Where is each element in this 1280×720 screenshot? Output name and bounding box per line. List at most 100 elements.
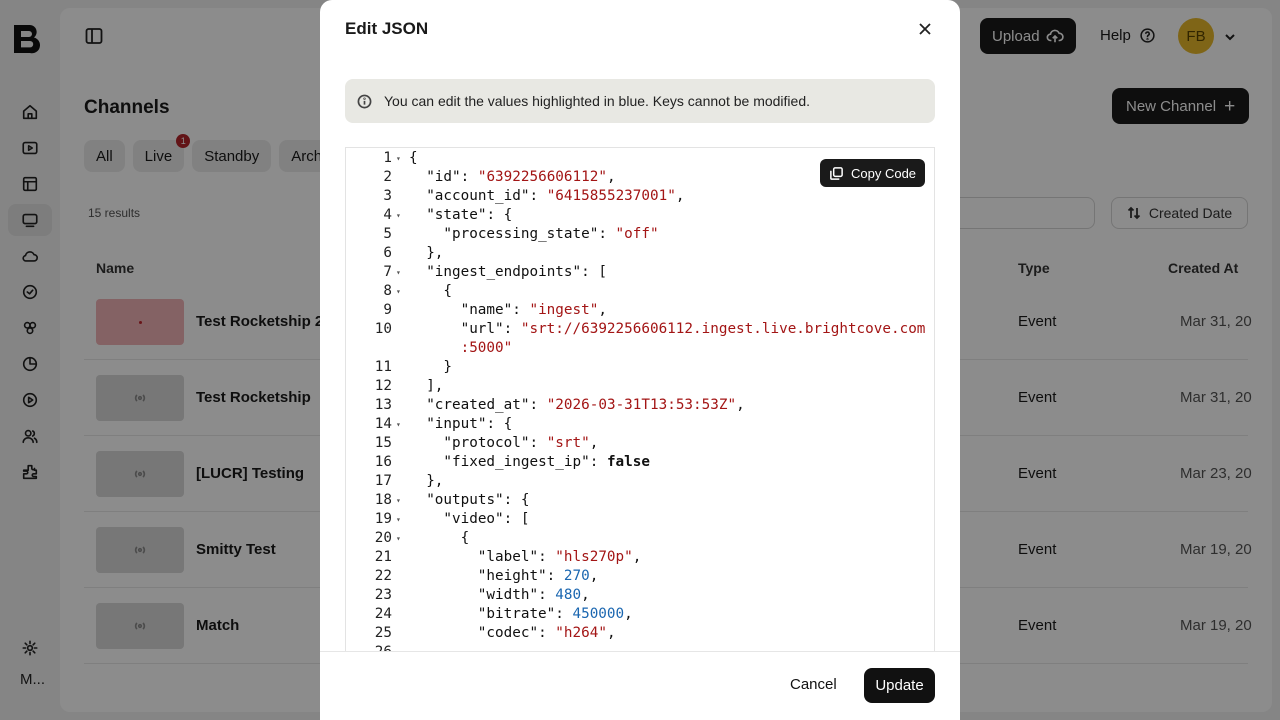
line-number: 7: [383, 264, 392, 280]
code-token: :: [598, 226, 616, 242]
fold-caret-icon[interactable]: ▾: [396, 415, 404, 434]
code-text: "codec": "h264",: [478, 624, 616, 643]
number-token[interactable]: 480: [555, 587, 581, 603]
string-token[interactable]: "h264": [555, 625, 607, 641]
code-token: "processing_state": [443, 226, 599, 242]
code-line[interactable]: 21 "label": "hls270p",: [346, 548, 934, 567]
code-token: : {: [503, 492, 530, 508]
code-text: "protocol": "srt",: [443, 434, 598, 453]
string-token[interactable]: "srt": [547, 435, 590, 451]
code-token: :: [512, 302, 530, 318]
line-number: 3: [383, 188, 392, 204]
code-token: :: [538, 587, 556, 603]
code-line[interactable]: 15 "protocol": "srt",: [346, 434, 934, 453]
string-token[interactable]: "hls270p": [555, 549, 632, 565]
code-token: ,: [589, 568, 599, 584]
line-number: 10: [374, 321, 392, 337]
code-line[interactable]: 16 "fixed_ingest_ip": false: [346, 453, 934, 472]
code-line[interactable]: 19 ▾ "video": [: [346, 510, 934, 529]
string-token[interactable]: "2026-03-31T13:53:53Z": [547, 397, 736, 413]
code-line[interactable]: 10 "url": "srt://6392256606112.ingest.liv…: [346, 320, 934, 339]
copy-icon: [830, 166, 843, 180]
code-line[interactable]: 6},: [346, 244, 934, 263]
code-token: ,: [736, 397, 745, 413]
string-token[interactable]: "srt://6392256606112.ingest.live.brightc…: [521, 321, 926, 337]
code-line[interactable]: 20 ▾ {: [346, 529, 934, 548]
fold-caret-icon[interactable]: ▾: [396, 510, 404, 529]
code-line[interactable]: 24 "bitrate": 450000,: [346, 605, 934, 624]
code-line[interactable]: 7 ▾ "ingest_endpoints": [: [346, 263, 934, 282]
code-line[interactable]: 9 "name": "ingest",: [346, 301, 934, 320]
code-line[interactable]: 4 ▾ "state": {: [346, 206, 934, 225]
code-line[interactable]: 26: [346, 643, 934, 651]
code-token: "protocol": [443, 435, 530, 451]
code-line[interactable]: 5 "processing_state": "off": [346, 225, 934, 244]
fold-caret-icon[interactable]: ▾: [396, 282, 404, 301]
code-line[interactable]: 3 "account_id": "6415855237001",: [346, 187, 934, 206]
fold-caret-icon[interactable]: ▾: [396, 263, 404, 282]
fold-caret-icon[interactable]: ▾: [396, 206, 404, 225]
code-line[interactable]: 12],: [346, 377, 934, 396]
code-line[interactable]: 13 "created_at": "2026-03-31T13:53:53Z",: [346, 396, 934, 415]
code-token: "input": [426, 416, 487, 432]
code-text: "fixed_ingest_ip": false: [443, 453, 650, 472]
json-editor[interactable]: 1 ▾{2 "id": "6392256606112", 3 "account_id":…: [345, 147, 935, 651]
code-text: },: [426, 244, 443, 263]
code-token: "name": [460, 302, 513, 318]
code-line[interactable]: 22 "height": 270,: [346, 567, 934, 586]
string-token[interactable]: "off": [616, 226, 659, 242]
code-text: "width": 480,: [478, 586, 590, 605]
code-token: :: [529, 188, 547, 204]
code-token: "created_at": [426, 397, 530, 413]
string-token[interactable]: :5000": [461, 340, 513, 356]
line-number: 4: [383, 207, 392, 223]
edit-json-dialog: Edit JSON You can edit the values highli…: [320, 0, 960, 720]
line-number: 25: [374, 625, 392, 641]
code-token: : {: [486, 207, 513, 223]
code-token: :: [546, 568, 564, 584]
code-token: ,: [589, 435, 599, 451]
code-token: ,: [606, 169, 616, 185]
code-text: "input": {: [426, 415, 512, 434]
code-token: "label": [477, 549, 539, 565]
line-number: 5: [383, 226, 392, 242]
code-text: "state": {: [426, 206, 512, 225]
number-token[interactable]: 270: [564, 568, 590, 584]
code-token: ,: [606, 625, 616, 641]
line-number: 1: [383, 150, 392, 166]
code-token: }: [443, 359, 452, 375]
cancel-button[interactable]: Cancel: [790, 676, 837, 693]
code-line[interactable]: 18 ▾ "outputs": {: [346, 491, 934, 510]
code-line[interactable]: 23 "width": 480,: [346, 586, 934, 605]
fold-caret-icon[interactable]: ▾: [396, 529, 404, 548]
code-line[interactable]: 11}: [346, 358, 934, 377]
code-line[interactable]: 17},: [346, 472, 934, 491]
line-number: 24: [374, 606, 392, 622]
fold-caret-icon[interactable]: ▾: [396, 149, 404, 168]
string-token[interactable]: "6392256606112": [478, 169, 607, 185]
boolean-token[interactable]: false: [607, 454, 650, 470]
code-line[interactable]: 25 "codec": "h264",: [346, 624, 934, 643]
code-text: "height": 270,: [478, 567, 599, 586]
number-token[interactable]: 450000: [572, 606, 624, 622]
code-text: "processing_state": "off": [443, 225, 658, 244]
string-token[interactable]: "ingest": [529, 302, 598, 318]
code-text: "ingest_endpoints": [: [426, 263, 607, 282]
code-line[interactable]: :5000": [346, 339, 934, 358]
code-text: }: [443, 358, 452, 377]
info-banner: You can edit the values highlighted in b…: [345, 79, 935, 123]
line-number: 8: [383, 283, 392, 299]
code-token: :: [529, 435, 547, 451]
line-number: 21: [374, 549, 392, 565]
update-button[interactable]: Update: [864, 668, 935, 703]
code-line[interactable]: 8 ▾ {: [346, 282, 934, 301]
fold-caret-icon[interactable]: ▾: [396, 491, 404, 510]
string-token[interactable]: "6415855237001": [547, 188, 676, 204]
code-text: {: [461, 529, 470, 548]
code-line[interactable]: 14 ▾ "input": {: [346, 415, 934, 434]
line-number: 13: [374, 397, 392, 413]
copy-code-button[interactable]: Copy Code: [820, 159, 926, 187]
close-icon[interactable]: [915, 19, 935, 39]
code-text: "url": "srt://6392256606112.ingest.live.…: [461, 320, 926, 339]
code-text: {: [409, 149, 418, 168]
